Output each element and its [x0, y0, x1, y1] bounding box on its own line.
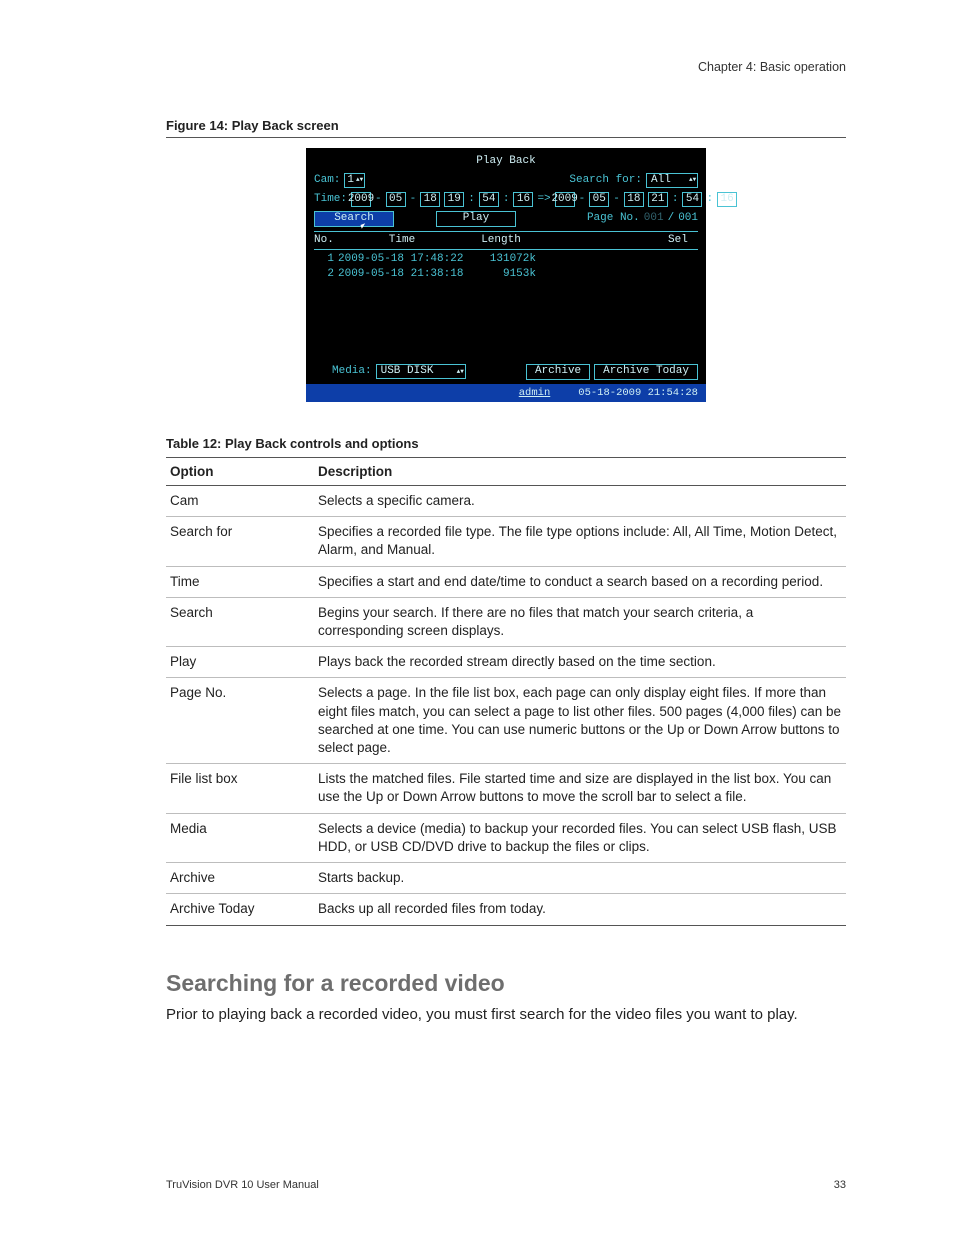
- opt-name: File list box: [166, 764, 314, 813]
- table-row: File list boxLists the matched files. Fi…: [166, 764, 846, 813]
- file-time: 2009-05-18 17:48:22: [338, 252, 466, 267]
- status-time: 05-18-2009 21:54:28: [578, 386, 698, 400]
- time-to-hour[interactable]: 21: [648, 192, 668, 207]
- table-row: Search forSpecifies a recorded file type…: [166, 517, 846, 566]
- col-time: Time: [338, 233, 466, 248]
- file-length: 9153k: [466, 267, 536, 282]
- footer-page-number: 33: [834, 1179, 846, 1191]
- table-row: ArchiveStarts backup.: [166, 863, 846, 894]
- opt-desc: Specifies a start and end date/time to c…: [314, 566, 846, 597]
- opt-desc: Backs up all recorded files from today.: [314, 894, 846, 925]
- time-to-sec[interactable]: 16: [717, 192, 737, 207]
- opt-name: Archive: [166, 863, 314, 894]
- page-label: Page No.: [587, 211, 640, 226]
- time-label: Time:: [314, 192, 347, 207]
- opt-name: Search: [166, 597, 314, 646]
- search-button[interactable]: Search: [314, 211, 394, 227]
- opt-desc: Starts backup.: [314, 863, 846, 894]
- opt-desc: Lists the matched files. File started ti…: [314, 764, 846, 813]
- spinner-icon: ▲▼: [356, 178, 362, 182]
- search-for-label: Search for:: [569, 173, 642, 188]
- time-from-day[interactable]: 18: [420, 192, 440, 207]
- figure-caption: Figure 14: Play Back screen: [166, 118, 846, 133]
- time-from-min[interactable]: 54: [479, 192, 499, 207]
- status-bar: admin 05-18-2009 21:54:28: [306, 384, 706, 402]
- file-row[interactable]: 2 2009-05-18 21:38:18 9153k: [314, 267, 698, 282]
- time-to-month[interactable]: 05: [589, 192, 609, 207]
- section-body: Prior to playing back a recorded video, …: [166, 1005, 846, 1025]
- time-from-sec[interactable]: 16: [513, 192, 533, 207]
- table-caption: Table 12: Play Back controls and options: [166, 436, 846, 451]
- table-row: MediaSelects a device (media) to backup …: [166, 813, 846, 862]
- table-row: TimeSpecifies a start and end date/time …: [166, 566, 846, 597]
- opt-desc: Specifies a recorded file type. The file…: [314, 517, 846, 566]
- footer-left: TruVision DVR 10 User Manual: [166, 1179, 319, 1191]
- cam-label: Cam:: [314, 173, 340, 188]
- time-to-min[interactable]: 54: [682, 192, 702, 207]
- th-option: Option: [166, 457, 314, 485]
- dvr-title: Play Back: [314, 154, 698, 169]
- file-no: 2: [314, 267, 338, 282]
- media-label: Media:: [332, 364, 372, 379]
- opt-desc: Begins your search. If there are no file…: [314, 597, 846, 646]
- opt-name: Play: [166, 647, 314, 678]
- search-for-select[interactable]: All ▲▼: [646, 173, 698, 188]
- table-row: CamSelects a specific camera.: [166, 485, 846, 516]
- opt-name: Page No.: [166, 678, 314, 764]
- table-row: Page No.Selects a page. In the file list…: [166, 678, 846, 764]
- opt-name: Time: [166, 566, 314, 597]
- archive-button[interactable]: Archive: [526, 364, 590, 380]
- file-list-box[interactable]: 1 2009-05-18 17:48:22 131072k 2 2009-05-…: [314, 250, 698, 360]
- file-length: 131072k: [466, 252, 536, 267]
- opt-desc: Plays back the recorded stream directly …: [314, 647, 846, 678]
- table-row: Archive TodayBacks up all recorded files…: [166, 894, 846, 925]
- opt-name: Cam: [166, 485, 314, 516]
- archive-today-button[interactable]: Archive Today: [594, 364, 698, 380]
- file-time: 2009-05-18 21:38:18: [338, 267, 466, 282]
- file-no: 1: [314, 252, 338, 267]
- time-from-month[interactable]: 05: [386, 192, 406, 207]
- opt-name: Media: [166, 813, 314, 862]
- page-total: 001: [678, 211, 698, 226]
- search-for-value: All: [651, 173, 671, 188]
- time-from-hour[interactable]: 19: [444, 192, 464, 207]
- opt-name: Archive Today: [166, 894, 314, 925]
- opt-desc: Selects a specific camera.: [314, 485, 846, 516]
- opt-name: Search for: [166, 517, 314, 566]
- time-row: Time: 2009- 05- 18 19: 54: 16 => 2009- 0…: [314, 192, 698, 207]
- time-to-year[interactable]: 2009: [555, 192, 575, 207]
- time-to-day[interactable]: 18: [624, 192, 644, 207]
- page-sep: /: [668, 211, 675, 226]
- opt-desc: Selects a device (media) to backup your …: [314, 813, 846, 862]
- options-table: Option Description CamSelects a specific…: [166, 457, 846, 926]
- status-user: admin: [519, 386, 551, 400]
- time-from-year[interactable]: 2009: [351, 192, 371, 207]
- media-value: USB DISK: [381, 364, 434, 379]
- file-row[interactable]: 1 2009-05-18 17:48:22 131072k: [314, 252, 698, 267]
- opt-desc: Selects a page. In the file list box, ea…: [314, 678, 846, 764]
- time-arrow: =>: [537, 192, 550, 207]
- table-row: PlayPlays back the recorded stream direc…: [166, 647, 846, 678]
- cam-value: 1: [347, 173, 354, 188]
- table-row: SearchBegins your search. If there are n…: [166, 597, 846, 646]
- col-no: No.: [314, 233, 338, 248]
- file-list-header: No. Time Length Sel: [314, 231, 698, 250]
- th-desc: Description: [314, 457, 846, 485]
- chapter-header: Chapter 4: Basic operation: [166, 60, 846, 74]
- playback-screenshot: Play Back Cam: 1 ▲▼ Search for: All ▲▼ T…: [306, 148, 706, 402]
- spinner-icon: ▲▼: [689, 178, 695, 182]
- col-length: Length: [466, 233, 536, 248]
- play-button[interactable]: Play: [436, 211, 516, 227]
- media-select[interactable]: USB DISK ▲▼: [376, 364, 466, 379]
- page-current[interactable]: 001: [644, 211, 664, 226]
- figure-rule: [166, 137, 846, 138]
- col-sel: Sel: [668, 233, 698, 248]
- section-heading: Searching for a recorded video: [166, 970, 846, 997]
- spinner-icon: ▲▼: [457, 370, 463, 374]
- cam-select[interactable]: 1 ▲▼: [344, 173, 365, 188]
